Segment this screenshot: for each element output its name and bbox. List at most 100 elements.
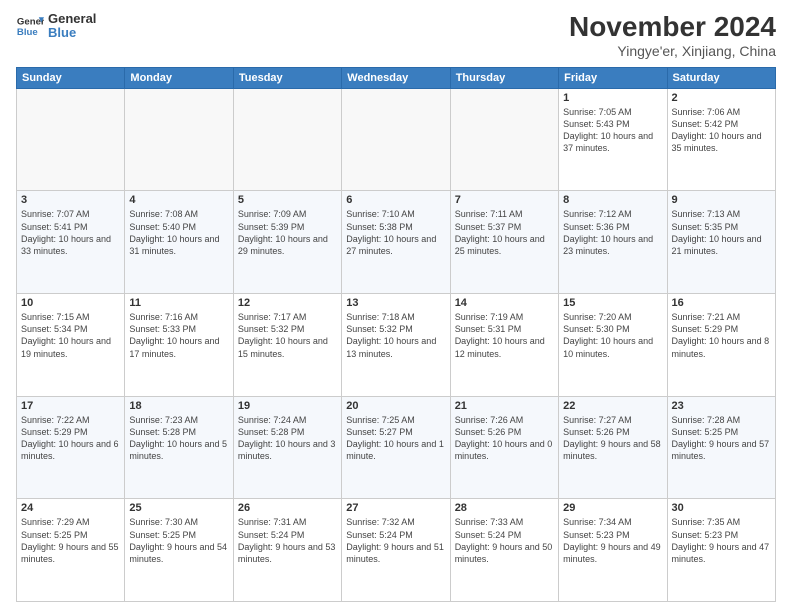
week-row-5: 24Sunrise: 7:29 AM Sunset: 5:25 PM Dayli… — [17, 499, 776, 602]
day-number: 22 — [563, 400, 662, 412]
day-number: 13 — [346, 297, 445, 309]
day-number: 19 — [238, 400, 337, 412]
day-number: 25 — [129, 502, 228, 514]
day-number: 14 — [455, 297, 554, 309]
col-tuesday: Tuesday — [233, 67, 341, 88]
day-number: 23 — [672, 400, 771, 412]
calendar-cell: 8Sunrise: 7:12 AM Sunset: 5:36 PM Daylig… — [559, 191, 667, 294]
calendar-cell: 23 Sunrise: 7:28 AM Sunset: 5:25 PM Dayli… — [667, 396, 775, 499]
day-info: Sunrise: 7:18 AM Sunset: 5:32 PM Dayligh… — [346, 311, 445, 360]
day-info: Sunrise: 7:16 AM Sunset: 5:33 PM Dayligh… — [129, 311, 228, 360]
day-info: Sunrise: 7:05 AM Sunset: 5:43 PM Dayligh… — [563, 106, 662, 155]
day-info: Sunrise: 7:06 AM Sunset: 5:42 PM Dayligh… — [672, 106, 771, 155]
page: General Blue General Blue November 2024 … — [0, 0, 792, 612]
day-info: Sunrise: 7:24 AM Sunset: 5:28 PM Dayligh… — [238, 414, 337, 463]
day-info: Sunrise: 7:34 AM Sunset: 5:23 PM Dayligh… — [563, 516, 662, 565]
day-info: Sunrise: 7:33 AM Sunset: 5:24 PM Dayligh… — [455, 516, 554, 565]
calendar-cell: 16Sunrise: 7:21 AM Sunset: 5:29 PM Dayli… — [667, 294, 775, 397]
day-info: Sunrise: 7:20 AM Sunset: 5:30 PM Dayligh… — [563, 311, 662, 360]
calendar-cell: 30 Sunrise: 7:35 AM Sunset: 5:23 PM Dayli… — [667, 499, 775, 602]
calendar-cell: 6Sunrise: 7:10 AM Sunset: 5:38 PM Daylig… — [342, 191, 450, 294]
calendar-cell — [125, 88, 233, 191]
calendar-cell: 22 Sunrise: 7:27 AM Sunset: 5:26 PM Dayli… — [559, 396, 667, 499]
day-info: Sunrise: 7:28 AM Sunset: 5:25 PM Dayligh… — [672, 414, 771, 463]
week-row-2: 3 Sunrise: 7:07 AM Sunset: 5:41 PM Daylig… — [17, 191, 776, 294]
week-row-1: 1Sunrise: 7:05 AM Sunset: 5:43 PM Daylig… — [17, 88, 776, 191]
calendar-cell: 7 Sunrise: 7:11 AM Sunset: 5:37 PM Daylig… — [450, 191, 558, 294]
day-info: Sunrise: 7:27 AM Sunset: 5:26 PM Dayligh… — [563, 414, 662, 463]
day-info: Sunrise: 7:35 AM Sunset: 5:23 PM Dayligh… — [672, 516, 771, 565]
week-row-3: 10 Sunrise: 7:15 AM Sunset: 5:34 PM Dayli… — [17, 294, 776, 397]
calendar-cell: 28 Sunrise: 7:33 AM Sunset: 5:24 PM Dayli… — [450, 499, 558, 602]
day-info: Sunrise: 7:09 AM Sunset: 5:39 PM Dayligh… — [238, 208, 337, 257]
col-sunday: Sunday — [17, 67, 125, 88]
calendar-cell: 14Sunrise: 7:19 AM Sunset: 5:31 PM Dayli… — [450, 294, 558, 397]
day-info: Sunrise: 7:17 AM Sunset: 5:32 PM Dayligh… — [238, 311, 337, 360]
day-number: 10 — [21, 297, 120, 309]
day-number: 29 — [563, 502, 662, 514]
logo-line1: General — [48, 12, 96, 26]
calendar-cell: 25 Sunrise: 7:30 AM Sunset: 5:25 PM Dayli… — [125, 499, 233, 602]
col-thursday: Thursday — [450, 67, 558, 88]
calendar-cell: 15 Sunrise: 7:20 AM Sunset: 5:30 PM Dayli… — [559, 294, 667, 397]
calendar-cell: 13 Sunrise: 7:18 AM Sunset: 5:32 PM Dayli… — [342, 294, 450, 397]
logo: General Blue General Blue — [16, 12, 96, 41]
title-block: November 2024 Yingye'er, Xinjiang, China — [569, 12, 776, 59]
day-number: 20 — [346, 400, 445, 412]
day-number: 11 — [129, 297, 228, 309]
calendar-cell — [17, 88, 125, 191]
day-info: Sunrise: 7:26 AM Sunset: 5:26 PM Dayligh… — [455, 414, 554, 463]
day-number: 7 — [455, 194, 554, 206]
svg-text:Blue: Blue — [17, 27, 38, 38]
calendar-cell: 2 Sunrise: 7:06 AM Sunset: 5:42 PM Daylig… — [667, 88, 775, 191]
calendar-cell: 26Sunrise: 7:31 AM Sunset: 5:24 PM Dayli… — [233, 499, 341, 602]
day-number: 4 — [129, 194, 228, 206]
header: General Blue General Blue November 2024 … — [16, 12, 776, 59]
day-number: 28 — [455, 502, 554, 514]
logo-line2: Blue — [48, 26, 96, 40]
day-info: Sunrise: 7:15 AM Sunset: 5:34 PM Dayligh… — [21, 311, 120, 360]
day-number: 8 — [563, 194, 662, 206]
day-info: Sunrise: 7:25 AM Sunset: 5:27 PM Dayligh… — [346, 414, 445, 463]
calendar-cell: 18 Sunrise: 7:23 AM Sunset: 5:28 PM Dayli… — [125, 396, 233, 499]
col-saturday: Saturday — [667, 67, 775, 88]
day-number: 16 — [672, 297, 771, 309]
day-info: Sunrise: 7:29 AM Sunset: 5:25 PM Dayligh… — [21, 516, 120, 565]
day-info: Sunrise: 7:22 AM Sunset: 5:29 PM Dayligh… — [21, 414, 120, 463]
calendar-cell: 21 Sunrise: 7:26 AM Sunset: 5:26 PM Dayli… — [450, 396, 558, 499]
day-info: Sunrise: 7:32 AM Sunset: 5:24 PM Dayligh… — [346, 516, 445, 565]
day-info: Sunrise: 7:07 AM Sunset: 5:41 PM Dayligh… — [21, 208, 120, 257]
calendar-subtitle: Yingye'er, Xinjiang, China — [569, 43, 776, 59]
calendar-table: Sunday Monday Tuesday Wednesday Thursday… — [16, 67, 776, 602]
day-info: Sunrise: 7:11 AM Sunset: 5:37 PM Dayligh… — [455, 208, 554, 257]
calendar-cell: 20 Sunrise: 7:25 AM Sunset: 5:27 PM Dayli… — [342, 396, 450, 499]
day-number: 18 — [129, 400, 228, 412]
calendar-title: November 2024 — [569, 12, 776, 43]
day-number: 12 — [238, 297, 337, 309]
day-number: 3 — [21, 194, 120, 206]
calendar-cell — [342, 88, 450, 191]
calendar-cell: 1Sunrise: 7:05 AM Sunset: 5:43 PM Daylig… — [559, 88, 667, 191]
day-info: Sunrise: 7:10 AM Sunset: 5:38 PM Dayligh… — [346, 208, 445, 257]
day-number: 21 — [455, 400, 554, 412]
day-number: 2 — [672, 92, 771, 104]
calendar-cell: 5 Sunrise: 7:09 AM Sunset: 5:39 PM Daylig… — [233, 191, 341, 294]
calendar-cell — [450, 88, 558, 191]
calendar-cell — [233, 88, 341, 191]
logo-icon: General Blue — [16, 12, 44, 40]
calendar-cell: 19 Sunrise: 7:24 AM Sunset: 5:28 PM Dayli… — [233, 396, 341, 499]
calendar-cell: 24Sunrise: 7:29 AM Sunset: 5:25 PM Dayli… — [17, 499, 125, 602]
day-info: Sunrise: 7:30 AM Sunset: 5:25 PM Dayligh… — [129, 516, 228, 565]
col-wednesday: Wednesday — [342, 67, 450, 88]
calendar-cell: 4Sunrise: 7:08 AM Sunset: 5:40 PM Daylig… — [125, 191, 233, 294]
day-number: 26 — [238, 502, 337, 514]
day-number: 9 — [672, 194, 771, 206]
day-number: 27 — [346, 502, 445, 514]
day-number: 30 — [672, 502, 771, 514]
calendar-cell: 9Sunrise: 7:13 AM Sunset: 5:35 PM Daylig… — [667, 191, 775, 294]
calendar-cell: 29 Sunrise: 7:34 AM Sunset: 5:23 PM Dayli… — [559, 499, 667, 602]
day-info: Sunrise: 7:23 AM Sunset: 5:28 PM Dayligh… — [129, 414, 228, 463]
day-number: 15 — [563, 297, 662, 309]
day-number: 5 — [238, 194, 337, 206]
calendar-cell: 17Sunrise: 7:22 AM Sunset: 5:29 PM Dayli… — [17, 396, 125, 499]
